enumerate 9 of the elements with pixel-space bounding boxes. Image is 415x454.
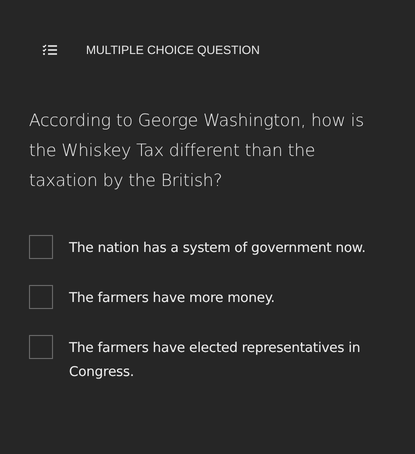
checklist-icon — [42, 44, 57, 56]
answer-option-text: The nation has a system of government now. — [69, 239, 366, 258]
answer-checkbox[interactable] — [29, 235, 53, 259]
answer-option-text: The farmers have more money. — [69, 289, 275, 308]
answer-checkbox[interactable] — [29, 285, 53, 309]
question-text: According to George Washington, how is the Whiskey Tax different than the taxation by the British? — [29, 110, 365, 193]
answer-checkbox[interactable] — [29, 335, 53, 359]
answer-option-text: The farmers have elected representatives in Congress. — [69, 339, 362, 382]
question-type-label: MULTIPLE CHOICE QUESTION — [86, 43, 260, 57]
